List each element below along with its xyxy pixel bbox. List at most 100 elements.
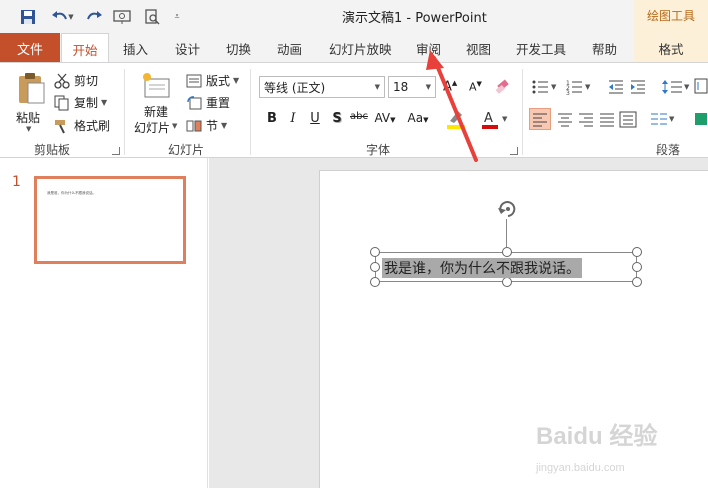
present-from-start-icon[interactable] [112, 7, 132, 27]
tab-slide-show[interactable]: 幻灯片放映 [329, 33, 392, 62]
clear-formatting-icon[interactable] [494, 78, 512, 99]
font-size-value: 18 [393, 80, 409, 94]
layout-button[interactable]: 版式 ▼ [186, 72, 239, 89]
paste-dropdown-icon: ▼ [26, 125, 32, 133]
font-group-label: 字体 [366, 143, 391, 157]
resize-handle-top-right[interactable] [632, 247, 642, 257]
tab-developer[interactable]: 开发工具 [516, 33, 566, 62]
ribbon: 粘贴 ▼ 剪切 复制 ▼ 格式刷 剪贴板 新建 幻灯片 ▼ 版式 ▼ 重置 节 … [0, 62, 708, 158]
tab-animations[interactable]: 动画 [277, 33, 302, 62]
italic-button[interactable]: I [284, 111, 302, 126]
font-dialog-launcher-icon[interactable] [510, 147, 518, 155]
font-name-value: 等线 (正文) [264, 80, 326, 95]
character-spacing-button[interactable]: AV▼ [372, 111, 398, 125]
underline-button[interactable]: U [306, 111, 324, 126]
resize-handle-bottom-right[interactable] [632, 277, 642, 287]
font-color-icon[interactable]: A [481, 109, 501, 132]
reset-icon [186, 95, 202, 111]
group-separator [124, 69, 125, 155]
rotate-handle-icon[interactable] [496, 198, 520, 223]
tab-format[interactable]: 格式 [634, 33, 708, 62]
text-direction-icon[interactable] [694, 78, 708, 97]
new-slide-icon [143, 73, 170, 98]
copy-button[interactable]: 复制 ▼ [54, 94, 107, 111]
font-name-combo[interactable]: 等线 (正文) ▼ [259, 76, 385, 98]
convert-to-smartart-icon[interactable] [694, 111, 708, 130]
ribbon-tabs: 文件 开始 插入 设计 切换 动画 幻灯片放映 审阅 视图 开发工具 帮助 格式 [0, 33, 708, 63]
line-spacing-icon[interactable]: ▼ [662, 79, 692, 98]
layout-dropdown-icon: ▼ [233, 76, 240, 85]
font-color-dropdown-icon[interactable]: ▼ [502, 115, 507, 123]
resize-handle-bottom[interactable] [502, 277, 512, 287]
reset-label: 重置 [206, 96, 231, 110]
save-icon[interactable] [18, 7, 38, 27]
resize-handle-top[interactable] [502, 247, 512, 257]
decrease-indent-icon[interactable] [608, 79, 624, 98]
undo-dropdown-icon[interactable]: ▼ [66, 7, 76, 27]
scissors-icon [54, 73, 70, 89]
rotate-handle-stem [506, 219, 507, 247]
window-title: 演示文稿1 - PowerPoint [342, 11, 487, 26]
title-bar: ▼ ⩡ 演示文稿1 - PowerPoint 绘图工具 [0, 0, 708, 33]
layout-label: 版式 [206, 74, 231, 88]
align-left-button[interactable] [529, 108, 551, 130]
format-painter-label: 格式刷 [74, 119, 111, 133]
resize-handle-left[interactable] [370, 262, 380, 272]
watermark-brand: Baidu 经验 [536, 423, 658, 450]
cut-button[interactable]: 剪切 [54, 72, 98, 89]
clipboard-dialog-launcher-icon[interactable] [112, 147, 120, 155]
distributed-icon[interactable] [618, 109, 638, 132]
character-spacing-label: AV [374, 111, 391, 125]
resize-handle-top-left[interactable] [370, 247, 380, 257]
new-slide-label-1: 新建 [144, 105, 169, 119]
section-dropdown-icon: ▼ [221, 121, 228, 130]
slides-group-label: 幻灯片 [168, 143, 205, 157]
customize-toolbar-icon[interactable]: ⩡ [170, 7, 184, 27]
redo-icon[interactable] [84, 7, 104, 27]
columns-icon[interactable]: ▼ [650, 111, 676, 130]
svg-text:▼: ▼ [585, 83, 591, 91]
text-shadow-button[interactable]: S [328, 111, 346, 126]
new-slide-button[interactable]: 新建 幻灯片 ▼ [132, 69, 182, 135]
print-preview-icon[interactable] [142, 7, 162, 27]
new-slide-dropdown-icon: ▼ [172, 122, 178, 130]
annotation-arrow-icon [426, 50, 478, 162]
section-button[interactable]: 节 ▼ [186, 117, 227, 134]
resize-handle-bottom-left[interactable] [370, 277, 380, 287]
layout-icon [186, 73, 202, 89]
align-right-icon[interactable] [576, 109, 596, 132]
slide-number: 1 [12, 174, 21, 190]
slide-thumbnail[interactable]: 我是谁，你为什么不跟我说话。 [34, 176, 186, 264]
paste-button[interactable]: 粘贴 ▼ [14, 71, 48, 133]
clipboard-icon [19, 73, 45, 104]
align-center-icon[interactable] [555, 109, 575, 132]
tab-insert[interactable]: 插入 [123, 33, 148, 62]
tab-help[interactable]: 帮助 [592, 33, 617, 62]
svg-text:▼: ▼ [669, 115, 675, 123]
bold-button[interactable]: B [263, 111, 281, 126]
tab-transitions[interactable]: 切换 [226, 33, 251, 62]
group-separator [250, 69, 251, 155]
copy-label: 复制 [74, 96, 99, 110]
paragraph-group-label: 段落 [656, 143, 681, 157]
drawing-tools-context-label: 绘图工具 [634, 0, 708, 33]
tab-file[interactable]: 文件 [0, 33, 60, 62]
tab-design[interactable]: 设计 [175, 33, 200, 62]
selected-text-box[interactable]: 我是谁，你为什么不跟我说话。 [370, 247, 642, 287]
format-painter-button[interactable]: 格式刷 [54, 117, 110, 134]
strikethrough-button[interactable]: abc [346, 111, 372, 122]
numbering-icon[interactable]: 1 2 3 ▼ [566, 79, 592, 98]
bullets-icon[interactable]: ▼ [532, 79, 558, 98]
svg-text:3: 3 [566, 90, 570, 95]
paste-label: 粘贴 [16, 111, 41, 125]
paintbrush-icon [54, 118, 70, 134]
tab-home[interactable]: 开始 [61, 33, 109, 63]
increase-indent-icon[interactable] [630, 79, 646, 98]
font-name-dropdown-icon: ▼ [374, 83, 380, 91]
cut-label: 剪切 [74, 74, 99, 88]
resize-handle-right[interactable] [632, 262, 642, 272]
justify-icon[interactable] [597, 109, 617, 132]
reset-button[interactable]: 重置 [186, 94, 230, 111]
selected-slide-text[interactable]: 我是谁，你为什么不跟我说话。 [382, 258, 582, 278]
group-separator [522, 69, 523, 155]
